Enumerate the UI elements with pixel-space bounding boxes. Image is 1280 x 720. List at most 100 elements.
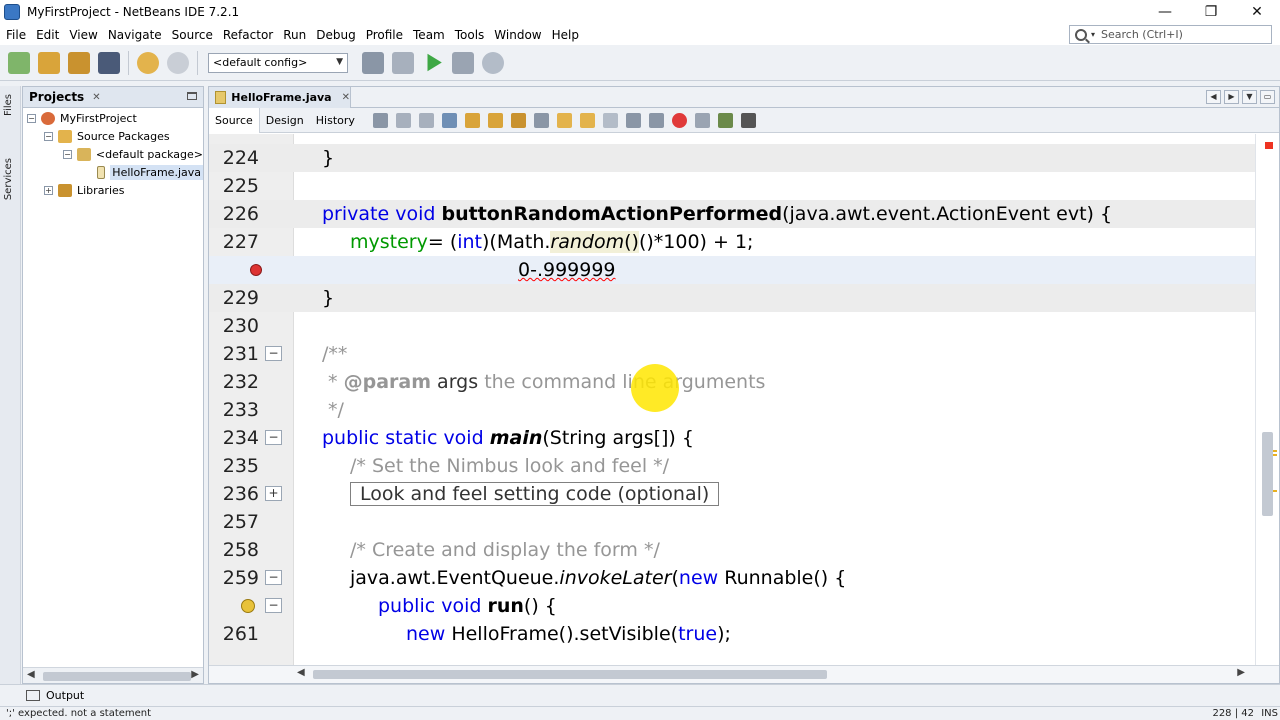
next-bookmark-icon[interactable]: [579, 112, 595, 128]
menu-window[interactable]: Window: [489, 28, 546, 42]
menu-navigate[interactable]: Navigate: [103, 28, 167, 42]
files-tab[interactable]: Files: [3, 94, 14, 116]
services-tab[interactable]: Services: [3, 158, 14, 200]
menu-source[interactable]: Source: [167, 28, 218, 42]
code-text: * @param args the command line arguments: [322, 371, 766, 393]
previous-bookmark-icon[interactable]: [556, 112, 572, 128]
close-icon[interactable]: ✕: [342, 92, 350, 103]
code-editor[interactable]: 224 } 225 226 private void buttonRandomA…: [209, 134, 1279, 667]
menu-edit[interactable]: Edit: [31, 28, 64, 42]
redo-icon[interactable]: [167, 51, 189, 74]
java-file-icon: [215, 91, 227, 104]
undo-icon[interactable]: [137, 51, 159, 74]
minimize-panel-icon[interactable]: [187, 92, 197, 100]
scroll-right-icon[interactable]: ▶: [191, 669, 199, 680]
scroll-left-icon[interactable]: ◀: [27, 669, 35, 680]
back-icon[interactable]: [395, 112, 411, 128]
uncomment-icon[interactable]: [740, 112, 756, 128]
projects-horizontal-scrollbar[interactable]: ◀ ▶: [23, 667, 203, 683]
maximize-icon[interactable]: ▭: [1260, 90, 1275, 104]
tree-item-source-packages[interactable]: − Source Packages: [23, 127, 203, 145]
error-stripe-marker[interactable]: [1265, 142, 1273, 149]
collapse-icon[interactable]: −: [44, 131, 53, 141]
expand-fold-icon[interactable]: +: [265, 486, 282, 501]
expand-icon[interactable]: +: [44, 185, 53, 195]
start-macro-icon[interactable]: [671, 112, 687, 128]
projects-tab[interactable]: Projects ✕: [23, 87, 203, 108]
tree-item-file[interactable]: HelloFrame.java: [23, 163, 203, 181]
profile-project-icon[interactable]: [482, 51, 504, 74]
collapsed-code-block[interactable]: Look and feel setting code (optional): [350, 482, 720, 506]
tab-helloframe[interactable]: HelloFrame.java ✕: [209, 87, 351, 108]
find-selection-icon[interactable]: [441, 112, 457, 128]
chevron-right-icon[interactable]: ▶: [1224, 90, 1239, 104]
editor-toolbar: Source Design History: [209, 107, 1279, 133]
menu-profile[interactable]: Profile: [361, 28, 408, 42]
shift-right-icon[interactable]: [648, 112, 664, 128]
close-icon[interactable]: ✕: [92, 92, 100, 103]
shift-left-icon[interactable]: [625, 112, 641, 128]
menu-tools[interactable]: Tools: [450, 28, 490, 42]
scroll-left-icon[interactable]: ◀: [297, 667, 305, 678]
clean-build-icon[interactable]: [392, 51, 414, 74]
comment-icon[interactable]: [717, 112, 733, 128]
search-box[interactable]: ▾ Search (Ctrl+I): [1069, 25, 1272, 44]
new-project-icon[interactable]: [38, 51, 60, 74]
status-message: ';' expected. not a statement: [6, 708, 152, 719]
debug-project-icon[interactable]: [452, 51, 474, 74]
override-hint-icon[interactable]: [241, 599, 255, 613]
scroll-thumb[interactable]: [313, 670, 827, 679]
forward-icon[interactable]: [418, 112, 434, 128]
history-view-button[interactable]: History: [310, 108, 361, 133]
tree-item-default-package[interactable]: − <default package>: [23, 145, 203, 163]
code-text: new HelloFrame().setVisible(true);: [406, 623, 731, 645]
find-next-icon[interactable]: [487, 112, 503, 128]
toggle-bookmark-icon[interactable]: [602, 112, 618, 128]
config-dropdown[interactable]: <default config> ▼: [208, 52, 348, 73]
collapse-fold-icon[interactable]: −: [265, 346, 282, 361]
toggle-rectangular-selection-icon[interactable]: [533, 112, 549, 128]
menu-debug[interactable]: Debug: [311, 28, 360, 42]
scroll-thumb[interactable]: [43, 672, 191, 681]
line-number: 226: [222, 203, 259, 225]
menu-refactor[interactable]: Refactor: [218, 28, 278, 42]
last-edit-icon[interactable]: [372, 112, 388, 128]
output-tab[interactable]: Output: [46, 689, 84, 702]
editor-horizontal-scrollbar[interactable]: ◀ ▶: [209, 665, 1279, 683]
save-all-icon[interactable]: [98, 51, 120, 74]
collapse-fold-icon[interactable]: −: [265, 570, 282, 585]
new-file-icon[interactable]: [8, 51, 30, 74]
collapse-fold-icon[interactable]: −: [265, 430, 282, 445]
close-window-button[interactable]: ✕: [1234, 0, 1280, 24]
chevron-down-icon[interactable]: ▼: [1242, 90, 1257, 104]
open-project-icon[interactable]: [68, 51, 90, 74]
run-project-icon[interactable]: [427, 53, 442, 72]
code-text: java.awt.EventQueue.invokeLater(new Runn…: [350, 567, 847, 589]
error-icon[interactable]: [250, 264, 262, 276]
tree-item-project[interactable]: − MyFirstProject: [23, 109, 203, 127]
menu-team[interactable]: Team: [408, 28, 450, 42]
build-hammer-icon[interactable]: [362, 51, 384, 74]
minimize-button[interactable]: —: [1142, 0, 1188, 24]
source-view-button[interactable]: Source: [209, 107, 260, 133]
menu-help[interactable]: Help: [547, 28, 584, 42]
collapse-icon[interactable]: −: [27, 113, 36, 123]
find-previous-icon[interactable]: [464, 112, 480, 128]
collapse-fold-icon[interactable]: −: [265, 598, 282, 613]
menu-run[interactable]: Run: [278, 28, 311, 42]
menu-view[interactable]: View: [64, 28, 102, 42]
restore-button[interactable]: ❐: [1188, 0, 1234, 24]
tree-item-libraries[interactable]: + Libraries: [23, 181, 203, 199]
editor-vertical-scrollbar[interactable]: [1255, 134, 1279, 667]
editor-panel: HelloFrame.java ✕ ◀ ▶ ▼ ▭ Source Design …: [208, 86, 1280, 684]
design-view-button[interactable]: Design: [260, 108, 310, 133]
stop-macro-icon[interactable]: [694, 112, 710, 128]
menu-file[interactable]: File: [1, 28, 31, 42]
scroll-thumb[interactable]: [1262, 432, 1273, 516]
scroll-right-icon[interactable]: ▶: [1237, 667, 1245, 678]
toggle-highlight-icon[interactable]: [510, 112, 526, 128]
chevron-left-icon[interactable]: ◀: [1206, 90, 1221, 104]
code-line-224: 224 }: [209, 144, 1279, 172]
tree-label-libraries: Libraries: [77, 183, 125, 197]
collapse-icon[interactable]: −: [63, 149, 72, 159]
